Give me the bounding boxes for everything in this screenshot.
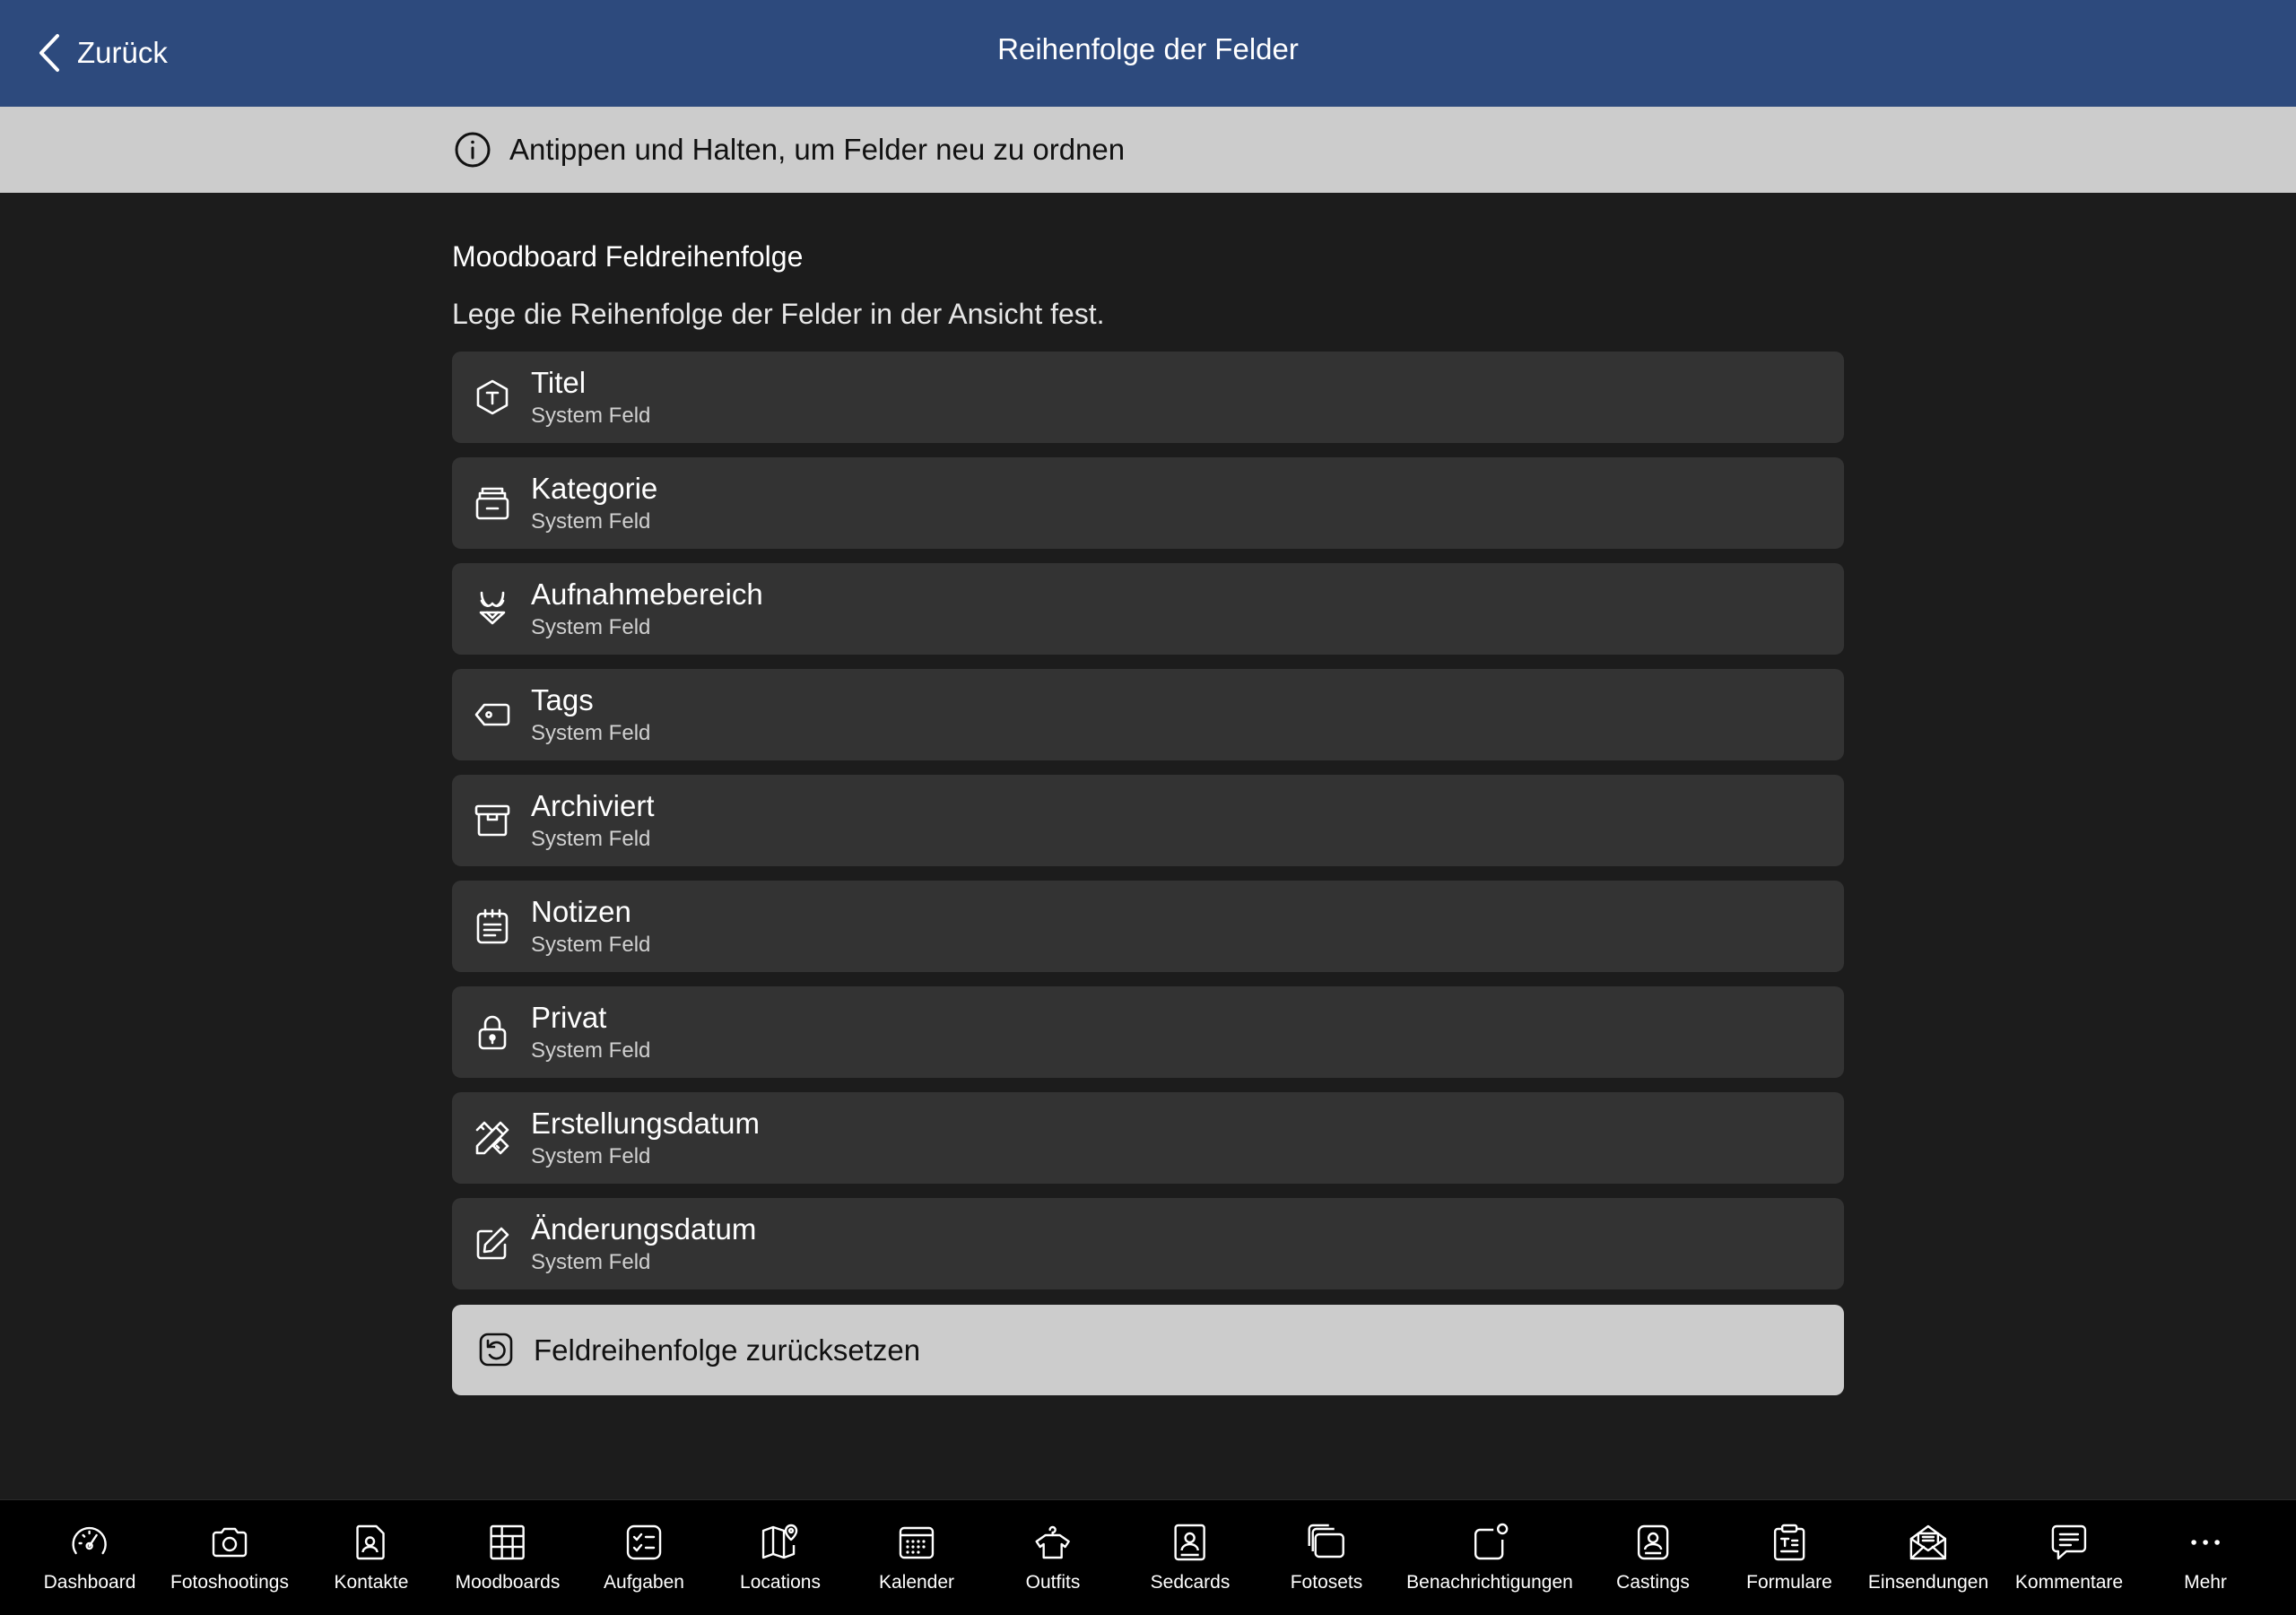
field-subtitle: System Feld [531, 827, 651, 851]
casting-icon [1632, 1522, 1674, 1563]
field-row-titel[interactable]: Titel System Feld [452, 352, 1844, 443]
tab-label: Fotosets [1290, 1572, 1363, 1593]
tab-label: Kommentare [2014, 1572, 2124, 1593]
pencil-ruler-icon [474, 1119, 511, 1157]
tab-label: Mehr [2184, 1572, 2227, 1593]
map-icon [760, 1522, 801, 1563]
edit-icon [474, 1225, 511, 1263]
tab-label: Outfits [1025, 1572, 1081, 1593]
field-title: Archiviert [531, 789, 655, 822]
tab-label: Sedcards [1150, 1572, 1231, 1593]
field-subtitle: System Feld [531, 721, 651, 745]
info-text: Antippen und Halten, um Felder neu zu or… [509, 133, 1126, 166]
tab-label: Aufgaben [604, 1572, 684, 1593]
outfit-icon [1032, 1522, 1074, 1563]
info-banner: Antippen und Halten, um Felder neu zu or… [0, 107, 2296, 193]
tab-fotoshootings[interactable]: Fotoshootings [170, 1500, 289, 1615]
field-subtitle: System Feld [531, 615, 651, 639]
camera-icon [209, 1522, 250, 1563]
bikini-icon [474, 590, 511, 628]
tab-sedcards[interactable]: Sedcards [1150, 1500, 1231, 1615]
info-icon [455, 132, 491, 168]
calendar-icon [896, 1522, 937, 1563]
tab-formulare[interactable]: Formulare [1746, 1500, 1832, 1615]
section-description: Lege die Reihenfolge der Felder in der A… [452, 298, 1105, 330]
field-subtitle: System Feld [531, 404, 651, 428]
tab-locations[interactable]: Locations [740, 1500, 821, 1615]
field-title: Kategorie [531, 472, 658, 505]
gauge-icon [69, 1522, 110, 1563]
comment-icon [2048, 1522, 2090, 1563]
section-title: Moodboard Feldreihenfolge [452, 240, 804, 273]
tab-benachrichtigungen[interactable]: Benachrichtigungen [1406, 1500, 1573, 1615]
tag-icon [474, 696, 511, 734]
tab-aufgaben[interactable]: Aufgaben [604, 1500, 684, 1615]
tab-label: Benachrichtigungen [1406, 1572, 1573, 1593]
tab-label: Dashboard [43, 1572, 136, 1593]
field-subtitle: System Feld [531, 1038, 651, 1063]
field-row-notizen[interactable]: Notizen System Feld [452, 881, 1844, 972]
tab-kalender[interactable]: Kalender [879, 1500, 954, 1615]
field-subtitle: System Feld [531, 933, 651, 957]
more-icon [2185, 1522, 2226, 1563]
tab-moodboards[interactable]: Moodboards [455, 1500, 561, 1615]
field-title: Titel [531, 366, 587, 399]
submission-icon [1908, 1522, 1949, 1563]
contact-icon [351, 1522, 392, 1563]
category-icon [474, 484, 511, 522]
field-order-list: Titel System Feld Kategorie System Feld … [452, 352, 1844, 1304]
tab-label: Einsendungen [1867, 1572, 1989, 1593]
field-subtitle: System Feld [531, 1144, 651, 1168]
field-title: Privat [531, 1001, 607, 1034]
field-title: Aufnahmebereich [531, 577, 763, 611]
tab-label: Kalender [878, 1572, 955, 1593]
reset-field-order-button[interactable]: Feldreihenfolge zurücksetzen [452, 1305, 1844, 1395]
field-title: Notizen [531, 895, 631, 928]
lock-icon [474, 1013, 511, 1051]
field-title: Änderungsdatum [531, 1212, 757, 1246]
tab-einsendungen[interactable]: Einsendungen [1868, 1500, 1988, 1615]
tasks-icon [623, 1522, 665, 1563]
tab-castings[interactable]: Castings [1616, 1500, 1690, 1615]
field-subtitle: System Feld [531, 1250, 651, 1274]
tab-dashboard[interactable]: Dashboard [43, 1500, 136, 1615]
field-row-kategorie[interactable]: Kategorie System Feld [452, 457, 1844, 549]
field-title: Tags [531, 683, 594, 716]
field-title: Erstellungsdatum [531, 1107, 760, 1140]
bottom-tab-bar: Dashboard Fotoshootings Kontakte Moodboa… [0, 1499, 2296, 1615]
reset-icon [479, 1333, 513, 1367]
field-row-tags[interactable]: Tags System Feld [452, 669, 1844, 760]
tab-kontakte[interactable]: Kontakte [334, 1500, 409, 1615]
tab-outfits[interactable]: Outfits [1025, 1500, 1081, 1615]
tab-fotosets[interactable]: Fotosets [1290, 1500, 1363, 1615]
archive-icon [474, 802, 511, 839]
tab-label: Castings [1616, 1572, 1690, 1593]
tab-mehr[interactable]: Mehr [2184, 1500, 2227, 1615]
photosets-icon [1306, 1522, 1347, 1563]
tab-label: Moodboards [455, 1572, 561, 1593]
tab-label: Kontakte [334, 1572, 409, 1593]
field-row-erstellungsdatum[interactable]: Erstellungsdatum System Feld [452, 1092, 1844, 1184]
field-row-archiviert[interactable]: Archiviert System Feld [452, 775, 1844, 866]
notification-icon [1469, 1522, 1510, 1563]
form-icon [1769, 1522, 1810, 1563]
tab-label: Locations [740, 1572, 821, 1593]
tab-label: Formulare [1746, 1572, 1832, 1593]
field-row-aufnahmebereich[interactable]: Aufnahmebereich System Feld [452, 563, 1844, 655]
top-navigation-bar: Zurück Reihenfolge der Felder [0, 0, 2296, 107]
field-subtitle: System Feld [531, 509, 651, 534]
field-row-privat[interactable]: Privat System Feld [452, 986, 1844, 1078]
tab-label: Fotoshootings [170, 1572, 289, 1593]
title-icon [474, 378, 511, 416]
notes-icon [474, 907, 511, 945]
tab-kommentare[interactable]: Kommentare [2015, 1500, 2123, 1615]
sedcard-icon [1170, 1522, 1211, 1563]
reset-button-label: Feldreihenfolge zurücksetzen [534, 1333, 921, 1367]
page-title: Reihenfolge der Felder [997, 32, 1299, 65]
moodboard-icon [487, 1522, 528, 1563]
field-row-aenderungsdatum[interactable]: Änderungsdatum System Feld [452, 1198, 1844, 1289]
